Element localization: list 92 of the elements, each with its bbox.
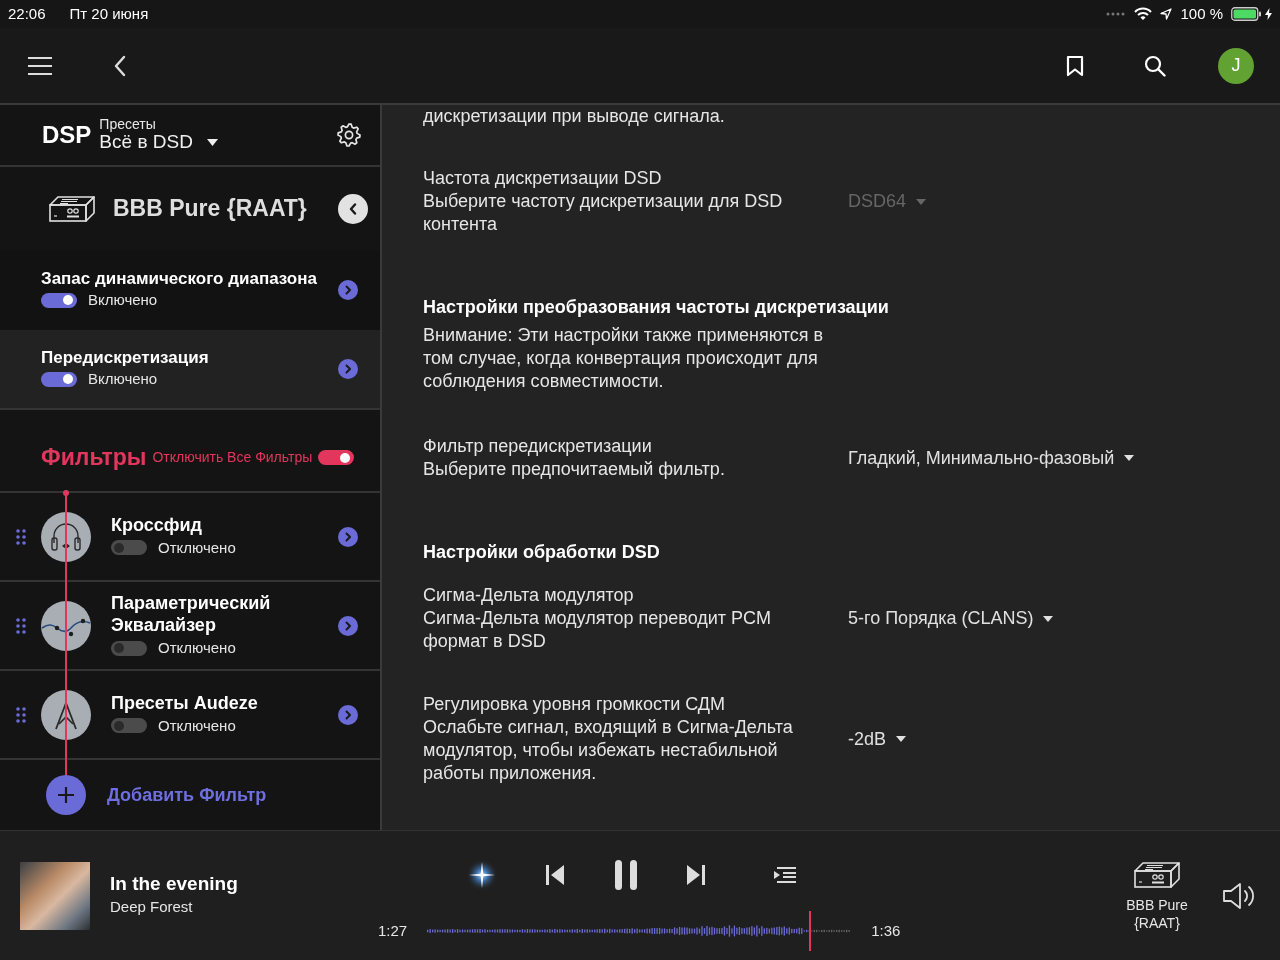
queue-icon[interactable]	[773, 867, 797, 883]
status-date: Пт 20 июня	[69, 3, 149, 24]
previous-icon[interactable]	[545, 864, 565, 886]
setting-description: дискретизации при выводе сигнала.	[423, 105, 726, 127]
setting-label: Сигма-Дельта модулятор	[423, 584, 635, 607]
toggle-switch[interactable]	[111, 640, 147, 656]
dsp-title: DSP	[42, 120, 92, 150]
value-dropdown[interactable]: -2dB	[848, 725, 907, 753]
status-time: 22:06	[8, 3, 46, 24]
filters-title: Фильтры	[41, 443, 147, 473]
setting-label: Фильтр передискретизации	[423, 435, 653, 458]
details-button[interactable]	[338, 615, 358, 636]
sparkle-icon[interactable]	[466, 859, 498, 891]
setting-description: Выберите частоту дискретизации для DSD контента	[423, 190, 784, 236]
battery-percent: 100 %	[1180, 3, 1223, 24]
filter-status: Отключено	[158, 537, 236, 558]
filter-title: Пресеты Audeze	[111, 692, 258, 715]
elapsed-time: 1:27	[378, 920, 408, 941]
add-filter-link[interactable]: Добавить Фильтр	[107, 781, 267, 809]
setting-description: Ослабьте сигнал, входящий в Сигма-Дельта модулятор, чтобы избежать нестабильной работы приложения.	[423, 716, 794, 785]
search-icon[interactable]	[1144, 54, 1166, 77]
chevron-right-icon	[344, 285, 352, 295]
toggle-switch[interactable]	[41, 371, 77, 387]
next-icon[interactable]	[686, 864, 706, 886]
caret-down-icon	[206, 139, 218, 147]
setting-description: Выберите предпочитаемый фильтр.	[423, 458, 726, 481]
details-button[interactable]	[338, 359, 358, 379]
menu-icon[interactable]	[28, 55, 52, 76]
plus-icon	[57, 786, 75, 804]
pause-icon[interactable]	[614, 859, 638, 891]
equalizer-curve-icon	[41, 600, 91, 651]
setting-label: Регулировка уровня громкости СДМ	[423, 693, 727, 716]
item-status: Включено	[88, 368, 158, 389]
device-icon	[48, 193, 96, 224]
location-arrow-icon	[1160, 8, 1173, 20]
playhead[interactable]	[808, 911, 811, 951]
peak-logo-icon	[41, 689, 91, 740]
value-dropdown[interactable]: 5-го Порядка (CLANS)	[848, 605, 1054, 632]
toggle-switch[interactable]	[111, 540, 147, 556]
track-title: In the evening	[110, 872, 238, 897]
settings-icon[interactable]	[337, 123, 361, 147]
caret-down-icon	[916, 198, 927, 205]
drag-handle-icon[interactable]	[16, 617, 26, 634]
caret-down-icon	[1043, 615, 1054, 622]
setting-label: Частота дискретизации DSD	[423, 167, 663, 190]
toggle-switch[interactable]	[41, 292, 77, 308]
item-title: Передискретизация	[41, 347, 209, 368]
filter-title: Параметрический Эквалайзер	[111, 591, 272, 637]
toggle-switch[interactable]	[111, 718, 147, 734]
add-filter-button[interactable]	[46, 775, 86, 815]
dsp-item-row[interactable]: Передискретизация Включено	[0, 330, 380, 410]
drag-handle-icon[interactable]	[16, 528, 26, 545]
chevron-left-icon	[349, 202, 357, 215]
track-artist: Deep Forest	[110, 897, 194, 918]
disable-all-label: Отключить Все Фильтры	[152, 448, 313, 467]
collapse-button[interactable]	[338, 193, 368, 224]
setting-description: Сигма-Дельта модулятор переводит PCM формат в DSD	[423, 607, 773, 653]
caret-down-icon	[1124, 455, 1135, 461]
waveform-seek-bar[interactable]	[427, 911, 852, 951]
section-heading: Настройки преобразования частоты дискретизации	[423, 296, 890, 319]
item-status: Включено	[88, 289, 158, 310]
zone-name[interactable]: BBB Pure {RAAT}	[1122, 895, 1192, 932]
device-name: BBB Pure {RAAT}	[113, 194, 307, 224]
item-title: Запас динамического диапазона	[41, 268, 317, 289]
device-icon[interactable]	[1133, 859, 1181, 890]
details-button[interactable]	[338, 526, 358, 547]
filter-title: Кроссфид	[111, 514, 203, 537]
chevron-right-icon	[344, 364, 352, 374]
toggle-switch[interactable]	[318, 450, 355, 465]
filter-status: Отключено	[158, 637, 236, 658]
filter-status: Отключено	[158, 715, 236, 736]
duration-time: 1:36	[871, 920, 901, 941]
wifi-icon	[1134, 7, 1153, 21]
presets-label: Пресеты	[99, 116, 157, 133]
chevron-right-icon	[344, 620, 352, 631]
chevron-right-icon	[344, 531, 352, 542]
preset-dropdown[interactable]: Всё в DSD	[99, 132, 218, 154]
album-art-placeholder	[20, 861, 90, 930]
charging-bolt-icon	[1265, 8, 1272, 20]
caret-down-icon	[896, 736, 907, 742]
back-icon[interactable]	[114, 54, 126, 77]
signal-dots-icon	[1106, 12, 1127, 16]
details-button[interactable]	[338, 280, 358, 300]
section-heading: Настройки обработки DSD	[423, 541, 661, 564]
drag-handle-icon[interactable]	[16, 706, 26, 723]
battery-icon	[1231, 7, 1261, 21]
value-dropdown[interactable]: Гладкий, Минимально-фазовый	[848, 444, 1135, 472]
chevron-right-icon	[344, 709, 352, 720]
details-button[interactable]	[338, 704, 358, 725]
section-note: Внимание: Эти настройки также применяются в том случае, когда конвертация происходит для соблюдения совместимости.	[423, 324, 825, 393]
headphones-icon	[41, 511, 91, 562]
bookmark-icon[interactable]	[1066, 54, 1084, 77]
